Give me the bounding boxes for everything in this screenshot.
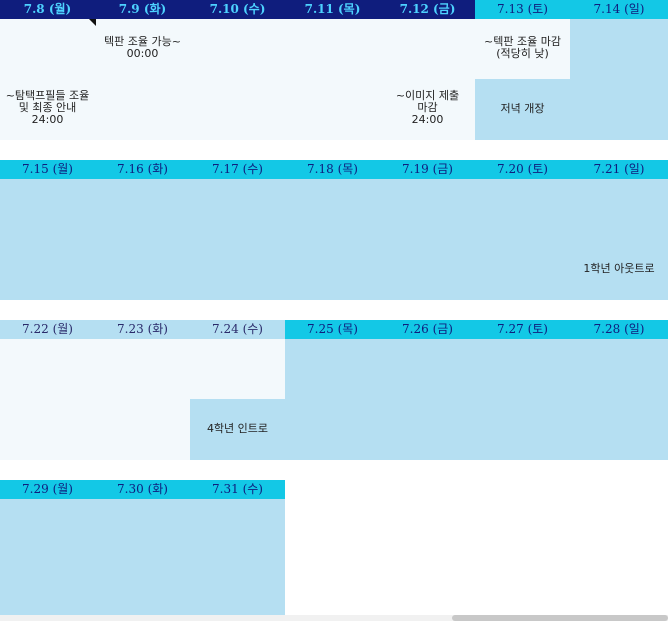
day-header: 7.8 (월) [0, 0, 95, 19]
calendar-cell [285, 339, 668, 460]
calendar-cell [570, 19, 668, 79]
calendar-cell [0, 499, 285, 615]
week-1: 7.8 (월) 7.9 (화) 7.10 (수) 7.11 (목) 7.12 (… [0, 0, 668, 140]
day-header: 7.30 (화) [95, 480, 190, 499]
day-header: 7.28 (일) [570, 320, 668, 339]
day-header: 7.12 (금) [380, 0, 475, 19]
day-header: 7.10 (수) [190, 0, 285, 19]
scrollbar-thumb[interactable] [452, 615, 668, 621]
day-header: 7.16 (화) [95, 160, 190, 179]
day-header: 7.20 (토) [475, 160, 570, 179]
day-header: 7.23 (화) [95, 320, 190, 339]
week-4: 7.29 (월) 7.30 (화) 7.31 (수) [0, 480, 668, 615]
week-3: 7.22 (월) 7.23 (화) 7.24 (수) 7.25 (목) 7.26… [0, 320, 668, 460]
event-text: 1학년 아웃트로 [583, 262, 655, 275]
day-header: 7.9 (화) [95, 0, 190, 19]
event-text: 텍판 조율 가능~ 00:00 [104, 35, 181, 60]
event-text: 4학년 인트로 [206, 422, 269, 435]
day-header: 7.24 (수) [190, 320, 285, 339]
day-header: 7.15 (월) [0, 160, 95, 179]
day-header: 7.27 (토) [475, 320, 570, 339]
day-header: 7.21 (일) [570, 160, 668, 179]
day-header: 7.22 (월) [0, 320, 95, 339]
day-header: 7.26 (금) [380, 320, 475, 339]
day-header: 7.29 (월) [0, 480, 95, 499]
event-text: ~텍판 조율 마감 (적당히 낮) [484, 35, 561, 60]
day-header: 7.25 (목) [285, 320, 380, 339]
day-header: 7.19 (금) [380, 160, 475, 179]
day-header: 7.14 (일) [570, 0, 668, 19]
corner-marker-icon [89, 19, 96, 26]
horizontal-scrollbar[interactable] [0, 615, 668, 621]
event-text: 저녁 개장 [500, 102, 545, 115]
event-text: ~탐택프필들 조율 및 최종 안내 24:00 [5, 89, 90, 126]
day-header: 7.31 (수) [190, 480, 285, 499]
calendar-cell [0, 179, 668, 300]
day-header: 7.17 (수) [190, 160, 285, 179]
event-text: ~이미지 제출 마감 24:00 [395, 89, 460, 126]
day-header: 7.13 (토) [475, 0, 570, 19]
day-header: 7.18 (목) [285, 160, 380, 179]
week-2: 7.15 (월) 7.16 (화) 7.17 (수) 7.18 (목) 7.19… [0, 160, 668, 300]
day-header: 7.11 (목) [285, 0, 380, 19]
